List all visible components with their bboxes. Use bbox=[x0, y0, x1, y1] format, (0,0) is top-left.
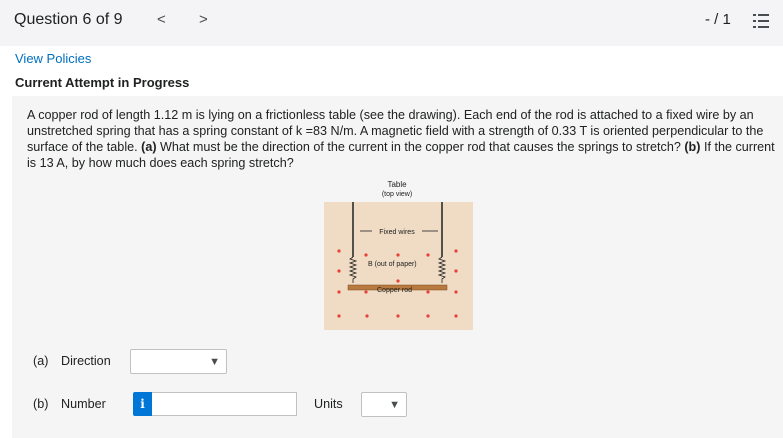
units-select[interactable]: ▼ bbox=[361, 392, 407, 417]
question-line: is 13 A, by how much does each spring st… bbox=[27, 156, 294, 170]
fixed-wires-label: Fixed wires bbox=[379, 229, 415, 236]
question-line: surface of the table. (a) What must be t… bbox=[27, 140, 775, 154]
question-line: A copper rod of length 1.12 m is lying o… bbox=[27, 108, 754, 122]
view-policies-link[interactable]: View Policies bbox=[15, 51, 91, 66]
number-label: Number bbox=[61, 397, 106, 411]
chevron-down-icon: ▼ bbox=[209, 356, 220, 368]
question-text: A copper rod of length 1.12 m is lying o… bbox=[27, 107, 775, 171]
part-b-label: (b) bbox=[33, 397, 49, 411]
direction-label: Direction bbox=[61, 354, 111, 368]
part-a-marker: (a) bbox=[141, 140, 157, 154]
question-list-icon[interactable] bbox=[753, 13, 769, 29]
copper-rod-label: Copper rod bbox=[377, 287, 412, 294]
part-b-marker: (b) bbox=[684, 140, 701, 154]
previous-question-button[interactable]: < bbox=[157, 11, 166, 28]
number-input[interactable] bbox=[152, 392, 297, 416]
copper-rod-diagram: Table (top view) Fixed wires Copper rod … bbox=[324, 180, 473, 330]
part-a-label: (a) bbox=[33, 354, 49, 368]
magnetic-field-label: B (out of paper) bbox=[368, 261, 417, 268]
figure-title: Table bbox=[387, 180, 407, 189]
direction-select[interactable]: ▼ bbox=[130, 349, 227, 374]
score-display: - / 1 bbox=[705, 11, 731, 28]
figure-subtitle: (top view) bbox=[382, 191, 412, 198]
question-header: Question 6 of 9 < > - / 1 bbox=[0, 0, 783, 46]
units-label: Units bbox=[314, 397, 343, 411]
question-counter: Question 6 of 9 bbox=[14, 11, 123, 28]
attempt-status: Current Attempt in Progress bbox=[15, 75, 190, 90]
question-line: unstretched spring that has a spring con… bbox=[27, 124, 764, 138]
chevron-down-icon: ▼ bbox=[389, 399, 400, 411]
next-question-button[interactable]: > bbox=[199, 11, 208, 28]
info-icon[interactable]: i bbox=[133, 392, 152, 416]
